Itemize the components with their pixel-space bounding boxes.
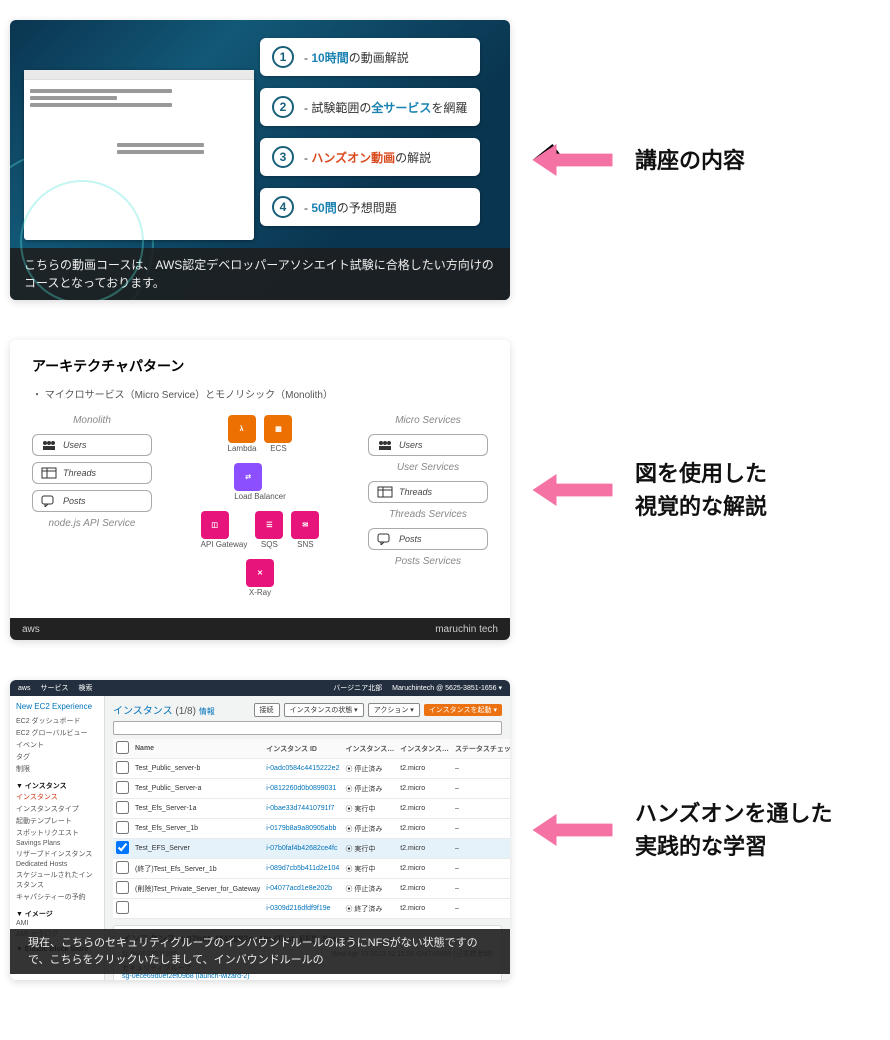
- table-row[interactable]: Test_Efs_Server_1bi-0179b8a9a80905abb⦿ 停…: [113, 819, 510, 839]
- sidebar-item[interactable]: リザーブドインスタンス: [16, 848, 98, 860]
- topbar-account[interactable]: Maruchintech @ 5625-3851-1656 ▾: [392, 684, 502, 692]
- feature-list: 1 - 10時間の動画解説 2 - 試験範囲の全サービスを網羅 3 - ハンズオ…: [260, 38, 480, 226]
- card-aws-console: aws サービス 検索 バージニア北部 Maruchintech @ 5625-…: [10, 680, 510, 980]
- instances-heading: インスタンス (1/8) 情報: [113, 702, 215, 717]
- card-architecture-slide: アーキテクチャパターン ・ マイクロサービス（Micro Service）とモノ…: [10, 340, 510, 640]
- table-row[interactable]: (削除)Test_Private_Server_for_Gatewayi-040…: [113, 879, 510, 899]
- architecture-diagram: Monolith Users Threads Posts node.js API…: [32, 415, 488, 597]
- sidebar-item-instances[interactable]: インスタンス: [16, 791, 98, 803]
- services-column: λ Lambda ▦ ECS ⇄ Load Balancer: [201, 415, 320, 597]
- sidebar-item[interactable]: 制限: [16, 763, 98, 775]
- col-type[interactable]: インスタンス…: [397, 739, 452, 759]
- connect-button[interactable]: 接続: [254, 703, 280, 717]
- xray-icon: ✕: [246, 559, 274, 587]
- aws-logo: aws: [18, 685, 30, 692]
- feature-number: 1: [272, 46, 294, 68]
- loadbalancer-icon: ⇄: [234, 463, 262, 491]
- row-checkbox[interactable]: [116, 821, 129, 834]
- microservices-column: Micro Services Users User Services Threa…: [368, 415, 488, 569]
- aws-topbar: aws サービス 検索 バージニア北部 Maruchintech @ 5625-…: [10, 680, 510, 696]
- sidebar-section-images[interactable]: ▼ イメージ: [16, 909, 98, 919]
- feature-item-2: 2 - 試験範囲の全サービスを網羅: [260, 88, 480, 126]
- row-checkbox[interactable]: [116, 841, 129, 854]
- mono-users-box: Users: [32, 434, 152, 456]
- row-diagram-explanation: アーキテクチャパターン ・ マイクロサービス（Micro Service）とモノ…: [10, 340, 880, 640]
- row3-label: ハンズオンを通した 実践的な学習: [635, 797, 833, 863]
- row-checkbox[interactable]: [116, 761, 129, 774]
- micro-users-box: Users: [368, 434, 488, 456]
- sidebar-new-experience[interactable]: New EC2 Experience: [16, 702, 98, 711]
- launch-instance-button[interactable]: インスタンスを起動 ▾: [424, 704, 502, 716]
- slide-title: アーキテクチャパターン: [32, 356, 488, 376]
- row-checkbox[interactable]: [116, 861, 129, 874]
- ecs-icon: ▦: [264, 415, 292, 443]
- sidebar-item[interactable]: キャパシティーの予約: [16, 891, 98, 903]
- sqs-icon: ☰: [255, 511, 283, 539]
- slide-footer: aws maruchin tech: [10, 618, 510, 640]
- row-checkbox[interactable]: [116, 901, 129, 914]
- monolith-column: Monolith Users Threads Posts node.js API…: [32, 415, 152, 531]
- sns-icon: ✉: [291, 511, 319, 539]
- arrow-icon: [530, 810, 615, 850]
- feature-item-3: 3 - ハンズオン動画の解説: [260, 138, 480, 176]
- table-row[interactable]: Test_EFS_Serveri-07b0faf4b42682ce4fc⦿ 実行…: [113, 839, 510, 859]
- instances-toolbar: 接続 インスタンスの状態 ▾ アクション ▾ インスタンスを起動 ▾: [254, 703, 502, 717]
- sidebar-item[interactable]: EC2 グローバルビュー: [16, 727, 98, 739]
- instance-state-button[interactable]: インスタンスの状態 ▾: [284, 703, 364, 717]
- instances-table: Name インスタンス ID インスタンス… インスタンス… ステータスチェック…: [113, 739, 510, 919]
- row1-label: 講座の内容: [635, 144, 745, 177]
- mini-browser-window: [24, 70, 254, 240]
- lambda-icon: λ: [228, 415, 256, 443]
- arrow-icon: [530, 140, 615, 180]
- sidebar-item[interactable]: Savings Plans: [16, 839, 98, 848]
- row-handson: aws サービス 検索 バージニア北部 Maruchintech @ 5625-…: [10, 680, 880, 980]
- sidebar-item[interactable]: スケジュールされたインスタンス: [16, 869, 98, 891]
- arrow-icon: [530, 470, 615, 510]
- topbar-search[interactable]: 検索: [78, 683, 92, 693]
- sidebar-section-instances[interactable]: ▼ インスタンス: [16, 781, 98, 791]
- col-name[interactable]: Name: [132, 739, 263, 759]
- sidebar-item[interactable]: AMI: [16, 919, 98, 928]
- row-checkbox[interactable]: [116, 801, 129, 814]
- card-course-intro: 1 - 10時間の動画解説 2 - 試験範囲の全サービスを網羅 3 - ハンズオ…: [10, 20, 510, 300]
- table-row[interactable]: Test_Public_Server-ai-0812260d0b0899031⦿…: [113, 779, 510, 799]
- table-row[interactable]: Test_Efs_Server-1ai-0bae33d74410791f7⦿ 実…: [113, 799, 510, 819]
- topbar-services[interactable]: サービス: [40, 683, 68, 693]
- feature-item-1: 1 - 10時間の動画解説: [260, 38, 480, 76]
- action-button[interactable]: アクション ▾: [368, 703, 420, 717]
- row2-label: 図を使用した 視覚的な解説: [635, 457, 767, 523]
- instance-search-input[interactable]: [113, 721, 502, 735]
- feature-item-4: 4 - 50問の予想問題: [260, 188, 480, 226]
- row-checkbox[interactable]: [116, 881, 129, 894]
- mono-posts-box: Posts: [32, 490, 152, 512]
- col-id[interactable]: インスタンス ID: [263, 739, 342, 759]
- col-status[interactable]: ステータスチェック: [452, 739, 510, 759]
- slide-subtitle: ・ マイクロサービス（Micro Service）とモノリシック（Monolit…: [32, 386, 488, 401]
- video-caption: 現在、こちらのセキュリティグループのインバウンドルールのほうにNFSがない状態で…: [10, 929, 510, 974]
- card1-background: 1 - 10時間の動画解説 2 - 試験範囲の全サービスを網羅 3 - ハンズオ…: [10, 20, 510, 300]
- sidebar-item[interactable]: イベント: [16, 739, 98, 751]
- sidebar-item[interactable]: タグ: [16, 751, 98, 763]
- sidebar-item[interactable]: 起動テンプレート: [16, 815, 98, 827]
- apigateway-icon: ◫: [201, 511, 229, 539]
- micro-threads-box: Threads: [368, 481, 488, 503]
- table-row[interactable]: i-0309d216dfdf9f19e⦿ 終了済みt2.micro–アラーム…+: [113, 899, 510, 919]
- row-course-overview: 1 - 10時間の動画解説 2 - 試験範囲の全サービスを網羅 3 - ハンズオ…: [10, 20, 880, 300]
- sidebar-item[interactable]: Dedicated Hosts: [16, 860, 98, 869]
- col-state[interactable]: インスタンス…: [342, 739, 397, 759]
- sidebar-item[interactable]: スポットリクエスト: [16, 827, 98, 839]
- sidebar-item[interactable]: インスタンスタイプ: [16, 803, 98, 815]
- mono-threads-box: Threads: [32, 462, 152, 484]
- topbar-region[interactable]: バージニア北部: [333, 683, 382, 693]
- video-caption: こちらの動画コースは、AWS認定デベロッパーアソシエイト試験に合格したい方向けの…: [10, 248, 510, 300]
- table-row[interactable]: Test_Public_server-bi-0adc0584c4415222e2…: [113, 759, 510, 779]
- row-checkbox[interactable]: [116, 781, 129, 794]
- sidebar-item[interactable]: EC2 ダッシュボード: [16, 715, 98, 727]
- micro-posts-box: Posts: [368, 528, 488, 550]
- select-all-checkbox[interactable]: [116, 741, 129, 754]
- sg-link[interactable]: sg-0ece69d0ef2ef09b8 (launch-wizard-2): [122, 973, 493, 980]
- table-row[interactable]: (終了)Test_Efs_Server_1bi-089d7cb5b411d2e1…: [113, 859, 510, 879]
